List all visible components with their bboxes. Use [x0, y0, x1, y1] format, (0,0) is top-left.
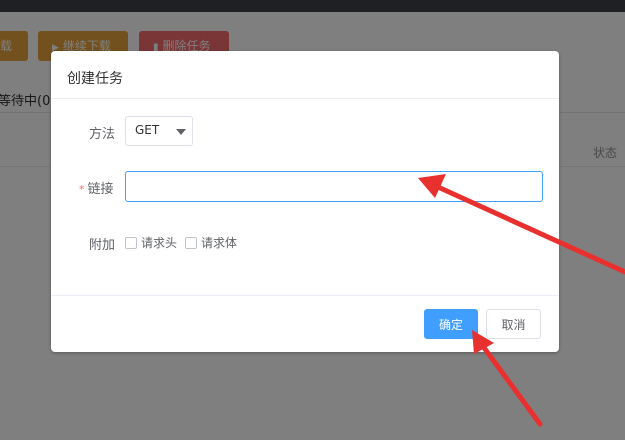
dialog-footer-divider — [51, 295, 559, 296]
dialog-header-divider — [51, 98, 559, 99]
create-task-dialog: 创建任务 方法 GET * 链接 附加 请求头 请求体 确定 取消 — [51, 51, 559, 352]
method-select[interactable]: GET — [125, 116, 193, 146]
method-label: 方法 — [89, 127, 116, 142]
checkbox-box[interactable] — [185, 237, 197, 249]
checkbox-box[interactable] — [125, 237, 137, 249]
confirm-button[interactable]: 确定 — [424, 309, 478, 339]
request-body-checkbox[interactable]: 请求体 — [185, 234, 237, 251]
caret-down-icon — [176, 129, 186, 135]
extra-label: 附加 — [89, 238, 116, 253]
request-headers-checkbox[interactable]: 请求头 — [125, 234, 177, 251]
dialog-title: 创建任务 — [67, 71, 123, 87]
required-asterisk-icon: * — [79, 183, 85, 196]
url-label-text: 链接 — [87, 182, 114, 197]
method-select-value: GET — [135, 123, 160, 137]
url-input[interactable] — [125, 171, 543, 202]
url-label: * 链接 — [79, 178, 114, 197]
request-headers-label: 请求头 — [141, 236, 178, 250]
cancel-button[interactable]: 取消 — [486, 309, 541, 339]
request-body-label: 请求体 — [201, 236, 238, 250]
